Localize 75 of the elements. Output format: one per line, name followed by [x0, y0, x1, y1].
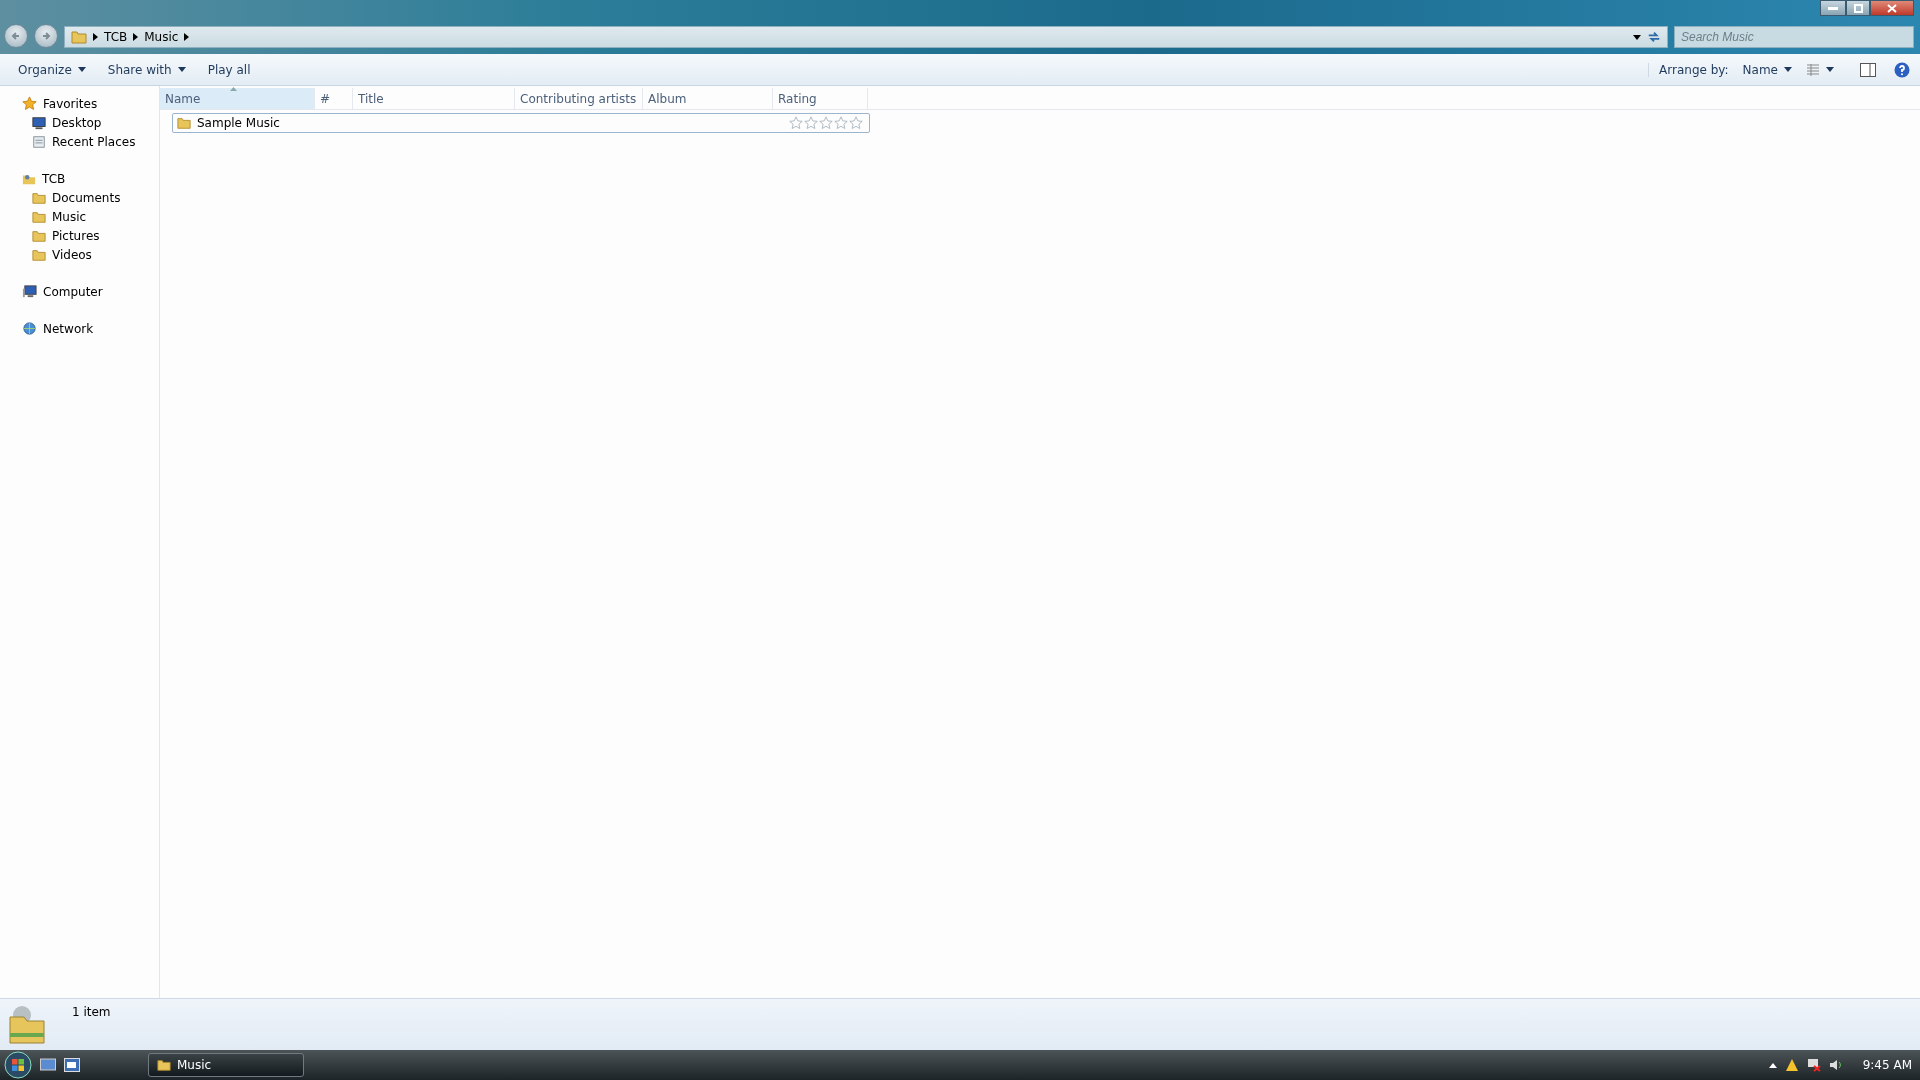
- rating-star-icon[interactable]: [849, 116, 863, 130]
- volume-icon[interactable]: [1828, 1058, 1843, 1072]
- column-header[interactable]: Album: [643, 88, 773, 109]
- maximize-button[interactable]: [1846, 0, 1870, 16]
- rating-star-icon[interactable]: [789, 116, 803, 130]
- sidebar-item[interactable]: Documents: [0, 188, 159, 207]
- sidebar-item[interactable]: Favorites: [0, 94, 159, 113]
- sidebar-item[interactable]: Network: [0, 319, 159, 338]
- sidebar-item[interactable]: Pictures: [0, 226, 159, 245]
- refresh-icon[interactable]: [1647, 30, 1661, 44]
- music-folder-icon: [6, 1005, 48, 1045]
- dropdown-caret-icon: [1784, 67, 1792, 72]
- forward-arrow-icon: [41, 31, 51, 41]
- rating-stars[interactable]: [789, 116, 863, 130]
- sidebar-item[interactable]: Videos: [0, 245, 159, 264]
- breadcrumb[interactable]: TCB: [104, 30, 128, 44]
- clock[interactable]: 9:45 AM: [1862, 1058, 1912, 1072]
- back-button[interactable]: [4, 24, 28, 48]
- rating-star-icon[interactable]: [804, 116, 818, 130]
- toolbar-button[interactable]: Share with: [99, 58, 194, 81]
- dropdown-caret-icon: [1826, 67, 1834, 72]
- start-button[interactable]: [4, 1051, 32, 1079]
- taskbar-button[interactable]: Music: [148, 1053, 304, 1077]
- breadcrumb[interactable]: Music: [144, 30, 179, 44]
- back-arrow-icon: [11, 31, 21, 41]
- folder-icon: [32, 190, 46, 205]
- search-field[interactable]: Search Music: [1674, 26, 1914, 48]
- minimize-icon: [1828, 6, 1838, 10]
- folder-icon: [32, 209, 46, 224]
- breadcrumb-arrow-icon[interactable]: [93, 33, 98, 41]
- tray-expand-icon[interactable]: [1768, 1062, 1777, 1068]
- close-icon: [1887, 3, 1897, 13]
- status-text: 1 item: [72, 1005, 111, 1019]
- arrange-by-label: Arrange by:: [1648, 62, 1729, 77]
- breadcrumb-arrow-icon[interactable]: [133, 33, 139, 41]
- file-row[interactable]: Sample Music: [172, 113, 870, 133]
- address-bar[interactable]: TCB Music: [64, 26, 1668, 48]
- recent-places-icon: [32, 134, 46, 149]
- star-icon: [22, 96, 37, 111]
- minimize-button[interactable]: [1820, 0, 1846, 16]
- folder-icon: [32, 247, 46, 262]
- dropdown-caret-icon: [1633, 34, 1641, 40]
- toolbar-button[interactable]: Play all: [199, 58, 259, 81]
- folder-icon: [32, 228, 46, 243]
- rating-star-icon[interactable]: [834, 116, 848, 130]
- desktop-icon: [32, 115, 46, 130]
- sidebar-item[interactable]: TCB: [0, 169, 159, 188]
- column-header[interactable]: Contributing artists: [515, 88, 643, 109]
- preview-pane-icon[interactable]: [1860, 62, 1876, 77]
- warning-icon[interactable]: [1784, 1058, 1799, 1072]
- column-header[interactable]: #: [315, 88, 353, 109]
- music-folder-icon: [71, 29, 87, 45]
- sidebar-item[interactable]: Recent Places: [0, 132, 159, 151]
- column-header[interactable]: Rating: [773, 88, 868, 109]
- breadcrumb-arrow-icon[interactable]: [184, 33, 190, 41]
- rating-star-icon[interactable]: [819, 116, 833, 130]
- switch-windows-icon[interactable]: [64, 1058, 80, 1072]
- arrange-by-dropdown[interactable]: Name: [1734, 58, 1800, 81]
- help-icon[interactable]: [1894, 61, 1910, 78]
- network-icon: [22, 321, 37, 336]
- folder-icon: [177, 116, 191, 130]
- sidebar-item[interactable]: Desktop: [0, 113, 159, 132]
- forward-button[interactable]: [34, 24, 58, 48]
- restore-icon: [1853, 3, 1863, 13]
- column-header[interactable]: Title: [353, 88, 515, 109]
- toolbar-button[interactable]: Organize: [10, 58, 94, 81]
- show-desktop-icon[interactable]: [40, 1058, 56, 1072]
- sort-arrow-icon: [230, 87, 237, 91]
- column-header[interactable]: Name: [160, 88, 315, 109]
- sidebar-item[interactable]: Computer: [0, 282, 159, 301]
- music-folder-icon: [157, 1058, 171, 1072]
- sidebar-item[interactable]: Music: [0, 207, 159, 226]
- computer-icon: [22, 284, 37, 299]
- network-disconnected-icon[interactable]: [1806, 1058, 1821, 1072]
- close-button[interactable]: [1870, 0, 1914, 16]
